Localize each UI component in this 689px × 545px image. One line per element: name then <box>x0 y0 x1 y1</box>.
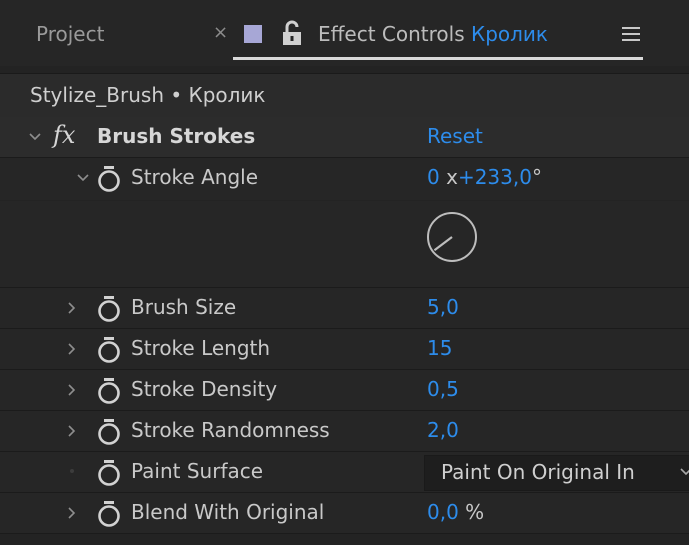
tab-layer-name: Кролик <box>471 22 548 46</box>
reset-button[interactable]: Reset <box>427 124 483 148</box>
chevron-right-icon[interactable] <box>64 300 78 316</box>
property-row-paint-surface: Paint Surface Paint On Original In <box>0 452 689 493</box>
property-label: Stroke Angle <box>131 165 259 189</box>
effect-name: Brush Strokes <box>97 124 256 148</box>
chevron-down-icon <box>680 468 689 476</box>
tab-effect-controls[interactable]: Effect Controls Кролик <box>318 22 548 46</box>
degrees-value[interactable]: +233,0 <box>458 165 532 189</box>
stopwatch-icon[interactable] <box>96 377 122 405</box>
property-label: Stroke Density <box>131 377 278 401</box>
chevron-down-icon[interactable] <box>76 170 90 186</box>
stopwatch-icon[interactable] <box>96 459 122 487</box>
fx-toggle-icon[interactable]: fx <box>53 121 75 149</box>
tab-effect-controls-label: Effect Controls <box>318 22 465 46</box>
angle-dial-row <box>0 201 689 288</box>
chevron-right-icon[interactable] <box>64 341 78 357</box>
stroke-density-value[interactable]: 0,5 <box>427 377 459 401</box>
effect-controls-panel: Project × Effect Controls Кролик Stylize… <box>0 0 689 545</box>
effect-header-row[interactable]: fx Brush Strokes Reset <box>0 117 689 158</box>
active-tab-underline <box>233 57 643 60</box>
stopwatch-icon[interactable] <box>96 418 122 446</box>
breadcrumb: Stylize_Brush • Кролик <box>0 73 689 119</box>
blend-value[interactable]: 0,0 <box>427 500 459 524</box>
property-label: Stroke Length <box>131 336 271 360</box>
property-row-stroke-angle: Stroke Angle 0 x+233,0° <box>0 158 689 200</box>
chevron-down-icon[interactable] <box>28 129 42 145</box>
no-twirl-dot <box>70 469 74 473</box>
chevron-right-icon[interactable] <box>64 382 78 398</box>
brush-size-value[interactable]: 5,0 <box>427 295 459 319</box>
chevron-right-icon[interactable] <box>64 423 78 439</box>
blend-with-original-field[interactable]: 0,0 % <box>427 500 484 524</box>
property-label: Blend With Original <box>131 500 325 524</box>
property-row-stroke-length: Stroke Length 15 <box>0 329 689 370</box>
breadcrumb-text: Stylize_Brush • Кролик <box>30 83 266 107</box>
angle-dial-control[interactable] <box>425 210 479 264</box>
stroke-randomness-value[interactable]: 2,0 <box>427 418 459 442</box>
close-tab-button[interactable]: × <box>213 22 228 43</box>
revolutions-unit: x <box>439 165 458 189</box>
stopwatch-icon[interactable] <box>96 295 122 323</box>
degree-unit: ° <box>531 165 542 189</box>
property-row-stroke-density: Stroke Density 0,5 <box>0 370 689 411</box>
chevron-right-icon[interactable] <box>64 505 78 521</box>
hamburger-menu-icon[interactable] <box>622 26 640 42</box>
tab-project[interactable]: Project <box>36 22 104 46</box>
stopwatch-icon[interactable] <box>96 500 122 528</box>
property-row-brush-size: Brush Size 5,0 <box>0 288 689 329</box>
stroke-angle-value[interactable]: 0 x+233,0° <box>427 165 542 189</box>
property-label: Brush Size <box>131 295 237 319</box>
property-label: Paint Surface <box>131 459 264 483</box>
panel-tab-bar: Project × Effect Controls Кролик <box>0 0 689 66</box>
layer-color-swatch <box>244 25 262 43</box>
property-row-stroke-randomness: Stroke Randomness 2,0 <box>0 411 689 452</box>
percent-unit: % <box>465 500 485 524</box>
paint-surface-dropdown[interactable]: Paint On Original In <box>424 455 689 491</box>
property-row-blend-with-original: Blend With Original 0,0 % <box>0 493 689 534</box>
stopwatch-icon[interactable] <box>96 336 122 364</box>
stopwatch-icon[interactable] <box>96 165 122 193</box>
stroke-length-value[interactable]: 15 <box>427 336 452 360</box>
unlock-icon[interactable] <box>281 20 303 46</box>
revolutions-value[interactable]: 0 <box>427 165 440 189</box>
dropdown-selected-value: Paint On Original In <box>441 460 635 484</box>
property-label: Stroke Randomness <box>131 418 330 442</box>
